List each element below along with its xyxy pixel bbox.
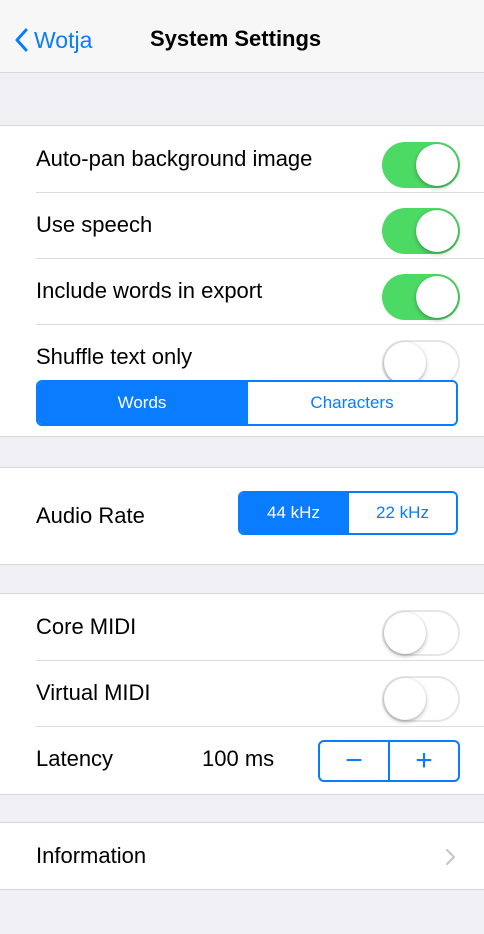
- use-speech-row: Use speech: [36, 192, 484, 259]
- include-words-row: Include words in export: [36, 258, 484, 325]
- back-button-label: Wotja: [34, 26, 93, 53]
- chevron-left-icon: [15, 28, 28, 52]
- use-speech-toggle[interactable]: [382, 208, 460, 254]
- page-title: System Settings: [150, 26, 322, 51]
- auto-pan-toggle[interactable]: [382, 142, 460, 188]
- shuffle-mode-segmented-control: Words Characters: [36, 380, 458, 426]
- toggle-knob: [416, 144, 458, 186]
- chevron-right-icon: [445, 848, 456, 866]
- use-speech-label: Use speech: [36, 212, 153, 237]
- decrement-button[interactable]: −: [320, 742, 388, 780]
- audio-rate-label: Audio Rate: [36, 503, 145, 528]
- toggle-knob: [384, 678, 426, 720]
- latency-stepper: − +: [318, 740, 460, 782]
- toggle-knob: [384, 612, 426, 654]
- core-midi-label: Core MIDI: [36, 614, 137, 639]
- include-words-label: Include words in export: [36, 278, 263, 303]
- toggle-knob: [416, 210, 458, 252]
- toggle-knob: [416, 276, 458, 318]
- latency-value: 100 ms: [202, 746, 275, 771]
- auto-pan-row: Auto-pan background image: [36, 126, 484, 193]
- audio-section: Audio Rate 44 kHz 22 kHz: [0, 467, 484, 565]
- display-settings-section: Auto-pan background image Use speech Inc…: [0, 125, 484, 437]
- navigation-bar: Wotja System Settings: [0, 0, 484, 73]
- virtual-midi-row: Virtual MIDI: [36, 660, 484, 727]
- latency-row: Latency 100 ms − +: [36, 726, 484, 792]
- segment-words[interactable]: Words: [38, 382, 246, 424]
- information-section: Information: [0, 822, 484, 890]
- information-row[interactable]: Information: [36, 823, 484, 889]
- increment-button[interactable]: +: [388, 742, 458, 780]
- toggle-knob: [384, 342, 426, 384]
- segment-44khz[interactable]: 44 kHz: [240, 493, 347, 533]
- information-label: Information: [36, 843, 147, 868]
- include-words-toggle[interactable]: [382, 274, 460, 320]
- core-midi-row: Core MIDI: [36, 594, 484, 661]
- segment-22khz[interactable]: 22 kHz: [347, 493, 456, 533]
- virtual-midi-label: Virtual MIDI: [36, 680, 151, 705]
- virtual-midi-toggle[interactable]: [382, 676, 460, 722]
- midi-section: Core MIDI Virtual MIDI Latency 100 ms − …: [0, 593, 484, 795]
- auto-pan-label: Auto-pan background image: [36, 146, 313, 171]
- core-midi-toggle[interactable]: [382, 610, 460, 656]
- latency-label: Latency: [36, 746, 114, 771]
- audio-rate-segmented-control: 44 kHz 22 kHz: [238, 491, 458, 535]
- back-button[interactable]: Wotja: [14, 22, 92, 58]
- segment-characters[interactable]: Characters: [246, 382, 456, 424]
